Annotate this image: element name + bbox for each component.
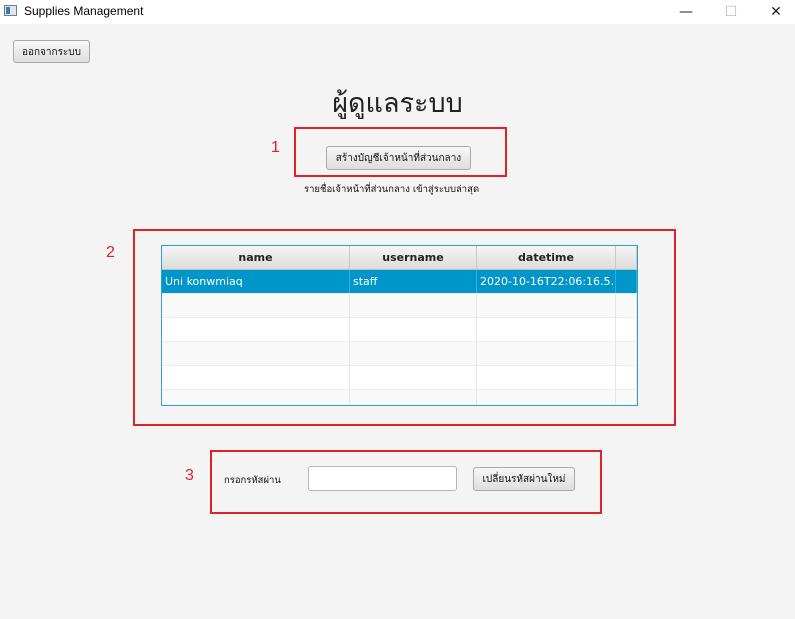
cell-filler [616,366,637,389]
password-label: กรอกรหัสผ่าน [224,475,281,486]
cell-username: staff [350,270,477,293]
cell-filler [616,318,637,341]
maximize-icon[interactable]: ☐ [708,0,754,24]
cell-username [350,366,477,389]
cell-datetime [477,366,616,389]
logout-button[interactable]: ออกจากระบบ [13,40,90,63]
cell-username [350,390,477,405]
cell-name [162,318,350,341]
cell-name [162,366,350,389]
cell-username [350,342,477,365]
staff-login-table[interactable]: name username datetime Uni konwmiaq staf… [161,245,638,406]
app-icon [4,5,17,16]
cell-datetime [477,390,616,405]
cell-datetime: 2020-10-16T22:06:16.5... [477,270,616,293]
cell-datetime [477,294,616,317]
cell-datetime [477,318,616,341]
cell-name [162,342,350,365]
cell-username [350,318,477,341]
page-title: ผู้ดูแลระบบ [332,88,463,119]
cell-filler [616,390,637,405]
annotation-number-3: 3 [185,467,194,484]
table-row[interactable] [162,318,637,342]
column-header-username[interactable]: username [350,246,477,270]
password-input[interactable] [308,466,457,491]
cell-filler [616,270,637,293]
latest-login-label: รายชื่อเจ้าหน้าที่ส่วนกลาง เข้าสู่ระบบล่… [304,184,480,195]
title-bar: Supplies Management — ☐ ✕ [0,0,795,24]
cell-name [162,294,350,317]
cell-name: Uni konwmiaq [162,270,350,293]
table-row[interactable] [162,294,637,318]
cell-filler [616,342,637,365]
cell-name [162,390,350,405]
create-staff-account-button[interactable]: สร้างบัญชีเจ้าหน้าที่ส่วนกลาง [326,146,471,170]
cell-datetime [477,342,616,365]
window-title: Supplies Management [24,4,144,18]
cell-filler [616,294,637,317]
cell-username [350,294,477,317]
change-password-button[interactable]: เปลี่ยนรหัสผ่านใหม่ [473,467,575,491]
column-header-datetime[interactable]: datetime [477,246,616,270]
column-header-filler [616,246,637,270]
table-row[interactable] [162,366,637,390]
annotation-number-2: 2 [106,244,115,261]
table-row[interactable] [162,342,637,366]
annotation-number-1: 1 [271,139,280,156]
table-row[interactable]: Uni konwmiaq staff 2020-10-16T22:06:16.5… [162,270,637,294]
minimize-icon[interactable]: — [663,0,709,24]
table-row[interactable] [162,390,637,405]
table-header: name username datetime [162,246,637,270]
column-header-name[interactable]: name [162,246,350,270]
close-icon[interactable]: ✕ [753,0,795,24]
